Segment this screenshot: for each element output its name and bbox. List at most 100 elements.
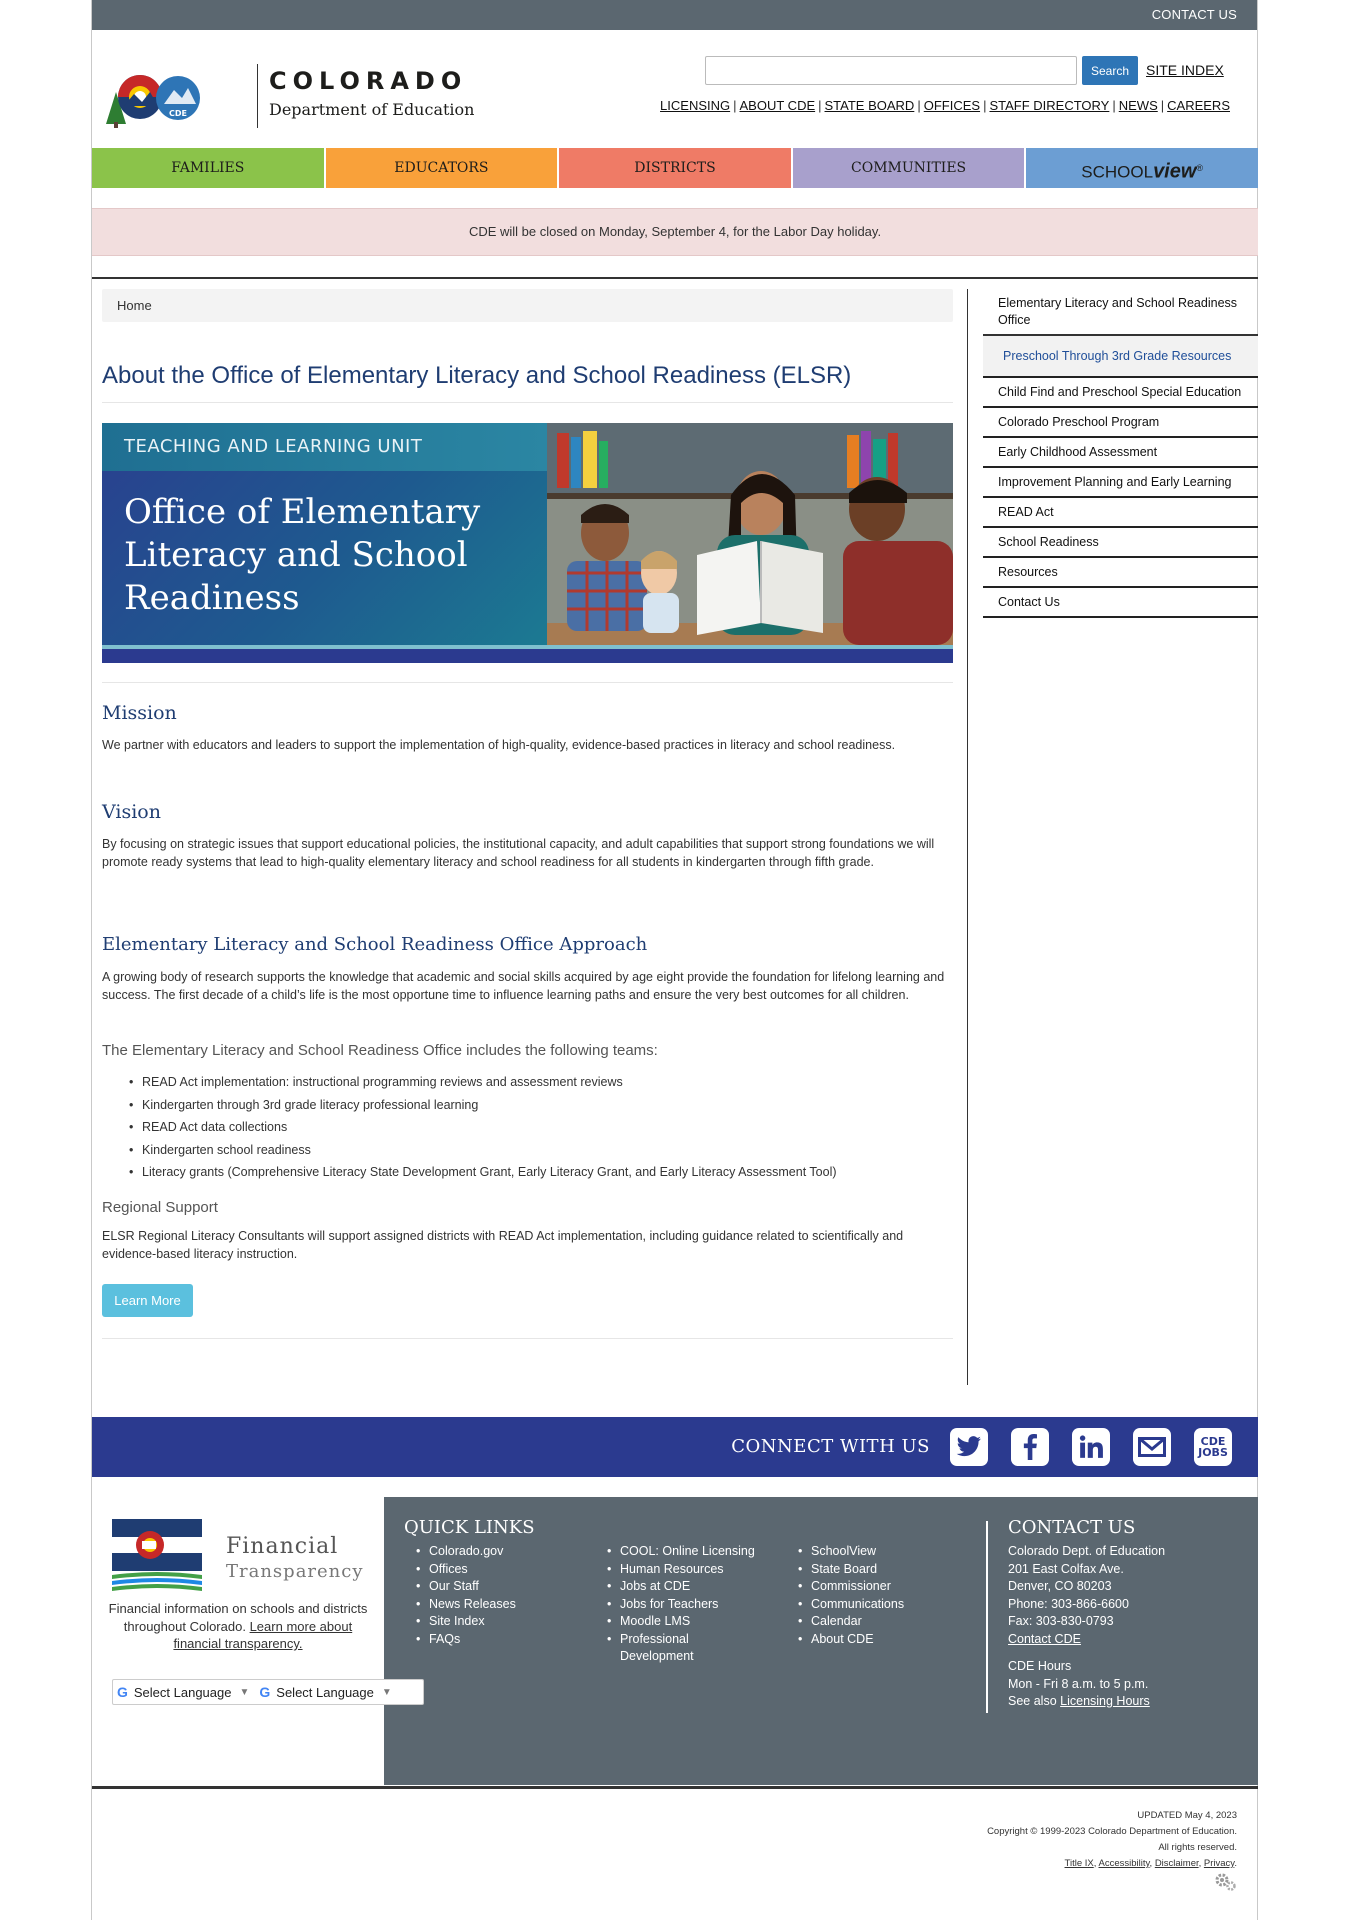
licensing-hours-link[interactable]: Licensing Hours bbox=[1060, 1694, 1150, 1708]
sidebar-item-preschool-resources[interactable]: Preschool Through 3rd Grade Resources bbox=[983, 336, 1258, 378]
page: CONTACT US CDE COLORADO Department of Ed… bbox=[91, 0, 1258, 1920]
breadcrumb-home[interactable]: Home bbox=[117, 298, 152, 313]
banner-unit-label: TEACHING AND LEARNING UNIT bbox=[102, 423, 547, 471]
nav-tab-districts[interactable]: DISTRICTS bbox=[559, 148, 791, 188]
twitter-icon[interactable] bbox=[950, 1428, 988, 1466]
quick-link[interactable]: Human Resources bbox=[607, 1561, 770, 1579]
sidebar-item-contact-us[interactable]: Contact Us bbox=[983, 588, 1258, 618]
contact-us-link[interactable]: CONTACT US bbox=[1152, 7, 1237, 22]
language-select[interactable]: G Select Language ▼ bbox=[255, 1684, 397, 1700]
list-item: Kindergarten through 3rd grade literacy … bbox=[129, 1094, 837, 1117]
nav-tab-families[interactable]: FAMILIES bbox=[92, 148, 324, 188]
nav-tab-communities[interactable]: COMMUNITIES bbox=[792, 148, 1025, 188]
quick-link[interactable]: Site Index bbox=[416, 1613, 516, 1631]
breadcrumb: Home bbox=[102, 289, 953, 322]
financial-transparency-panel: Financial Transparency Financial informa… bbox=[92, 1497, 424, 1785]
office-banner: TEACHING AND LEARNING UNIT Office of Ele… bbox=[102, 423, 953, 663]
schoolview-mark: ® bbox=[1196, 163, 1204, 173]
content-divider bbox=[92, 277, 1258, 279]
learn-more-button[interactable]: Learn More bbox=[102, 1284, 193, 1317]
quick-link[interactable]: Jobs for Teachers bbox=[607, 1596, 770, 1614]
email-icon[interactable] bbox=[1133, 1428, 1171, 1466]
offices-link[interactable]: OFFICES bbox=[924, 98, 980, 113]
list-item: Literacy grants (Comprehensive Literacy … bbox=[129, 1161, 837, 1184]
teams-list: READ Act implementation: instructional p… bbox=[129, 1071, 837, 1184]
sidebar-item-child-find[interactable]: Child Find and Preschool Special Educati… bbox=[983, 378, 1258, 408]
sidebar-divider bbox=[967, 289, 968, 1385]
sidebar-item-office[interactable]: Elementary Literacy and School Readiness… bbox=[983, 289, 1258, 336]
approach-heading: Elementary Literacy and School Readiness… bbox=[102, 934, 648, 955]
quick-link[interactable]: News Releases bbox=[416, 1596, 516, 1614]
nav-tab-schoolview[interactable]: SCHOOLview® bbox=[1026, 148, 1258, 188]
quick-link[interactable]: FAQs bbox=[416, 1631, 516, 1649]
logo-label: CDE bbox=[169, 109, 187, 118]
contact-cde-link[interactable]: Contact CDE bbox=[1008, 1632, 1081, 1646]
list-item: READ Act implementation: instructional p… bbox=[129, 1071, 837, 1094]
sidebar: Elementary Literacy and School Readiness… bbox=[983, 289, 1258, 618]
vision-heading: Vision bbox=[102, 801, 161, 823]
contact-divider bbox=[986, 1521, 988, 1713]
state-board-link[interactable]: STATE BOARD bbox=[825, 98, 915, 113]
quick-link[interactable]: Colorado.gov bbox=[416, 1543, 516, 1561]
sidebar-item-school-readiness[interactable]: School Readiness bbox=[983, 528, 1258, 558]
title-ix-link[interactable]: Title IX bbox=[1065, 1858, 1094, 1869]
sidebar-item-read-act[interactable]: READ Act bbox=[983, 498, 1258, 528]
privacy-link[interactable]: Privacy bbox=[1204, 1858, 1234, 1869]
linkedin-icon[interactable] bbox=[1072, 1428, 1110, 1466]
language-select[interactable]: G Select Language ▼ bbox=[113, 1684, 255, 1700]
sidebar-item-preschool-program[interactable]: Colorado Preschool Program bbox=[983, 408, 1258, 438]
top-bar: CONTACT US bbox=[92, 0, 1257, 30]
quick-link[interactable]: Jobs at CDE bbox=[607, 1578, 770, 1596]
cde-logo[interactable]: CDE bbox=[102, 62, 202, 132]
quick-link[interactable]: State Board bbox=[798, 1561, 904, 1579]
contact-details: Colorado Dept. of Education 201 East Col… bbox=[1008, 1544, 1166, 1708]
quick-link[interactable]: About CDE bbox=[798, 1631, 904, 1649]
facebook-icon[interactable] bbox=[1011, 1428, 1049, 1466]
header: CDE COLORADO Department of Education Sea… bbox=[92, 30, 1257, 148]
quick-link[interactable]: Calendar bbox=[798, 1613, 904, 1631]
search-input[interactable] bbox=[705, 56, 1077, 85]
list-item: Kindergarten school readiness bbox=[129, 1139, 837, 1162]
about-cde-link[interactable]: ABOUT CDE bbox=[740, 98, 816, 113]
updated-date: UPDATED May 4, 2023 bbox=[1137, 1810, 1237, 1821]
department-name: Department of Education bbox=[269, 100, 475, 119]
settings-gear-icon[interactable] bbox=[1215, 1873, 1237, 1891]
holiday-alert: CDE will be closed on Monday, September … bbox=[92, 208, 1258, 256]
quick-link[interactable]: Offices bbox=[416, 1561, 516, 1579]
sidebar-item-early-childhood-assessment[interactable]: Early Childhood Assessment bbox=[983, 438, 1258, 468]
news-link[interactable]: NEWS bbox=[1119, 98, 1158, 113]
quick-links-col-3: SchoolView State Board Commissioner Comm… bbox=[798, 1543, 904, 1649]
state-name: COLORADO bbox=[269, 67, 468, 95]
banner-bottom-bar bbox=[102, 649, 953, 663]
search-button[interactable]: Search bbox=[1082, 56, 1138, 85]
approach-text: A growing body of research supports the … bbox=[102, 970, 945, 1002]
quick-links-col-1: Colorado.gov Offices Our Staff News Rele… bbox=[416, 1543, 516, 1649]
banner-rule bbox=[102, 682, 953, 683]
careers-link[interactable]: CAREERS bbox=[1167, 98, 1230, 113]
vision-text: By focusing on strategic issues that sup… bbox=[102, 837, 935, 869]
cde-jobs-icon[interactable]: CDE JOBS bbox=[1194, 1428, 1232, 1466]
quick-link[interactable]: COOL: Online Licensing bbox=[607, 1543, 770, 1561]
hours-text: Mon - Fri 8 a.m. to 5 p.m. bbox=[1008, 1676, 1149, 1691]
connect-label: CONNECT WITH US bbox=[731, 1436, 930, 1457]
disclaimer-link[interactable]: Disclaimer bbox=[1155, 1858, 1199, 1869]
quick-link[interactable]: Moodle LMS bbox=[607, 1613, 770, 1631]
licensing-link[interactable]: LICENSING bbox=[660, 98, 730, 113]
nav-tab-educators[interactable]: EDUCATORS bbox=[325, 148, 558, 188]
google-icon: G bbox=[117, 1684, 128, 1700]
main-nav: FAMILIES EDUCATORS DISTRICTS COMMUNITIES… bbox=[92, 148, 1258, 188]
site-index-link[interactable]: SITE INDEX bbox=[1146, 62, 1224, 78]
accessibility-link[interactable]: Accessibility bbox=[1099, 1858, 1150, 1869]
sidebar-item-improvement-planning[interactable]: Improvement Planning and Early Learning bbox=[983, 468, 1258, 498]
quick-link[interactable]: Our Staff bbox=[416, 1578, 516, 1596]
regional-heading: Regional Support bbox=[102, 1199, 218, 1216]
title-rule bbox=[102, 402, 953, 403]
quick-link[interactable]: Commissioner bbox=[798, 1578, 904, 1596]
financial-transparency-logo[interactable] bbox=[112, 1519, 220, 1597]
banner-title: Office of Elementary Literacy and School… bbox=[124, 492, 481, 618]
quick-link[interactable]: Communications bbox=[798, 1596, 904, 1614]
quick-link[interactable]: Professional Development bbox=[607, 1631, 710, 1666]
staff-directory-link[interactable]: STAFF DIRECTORY bbox=[989, 98, 1109, 113]
sidebar-item-resources[interactable]: Resources bbox=[983, 558, 1258, 588]
quick-link[interactable]: SchoolView bbox=[798, 1543, 904, 1561]
